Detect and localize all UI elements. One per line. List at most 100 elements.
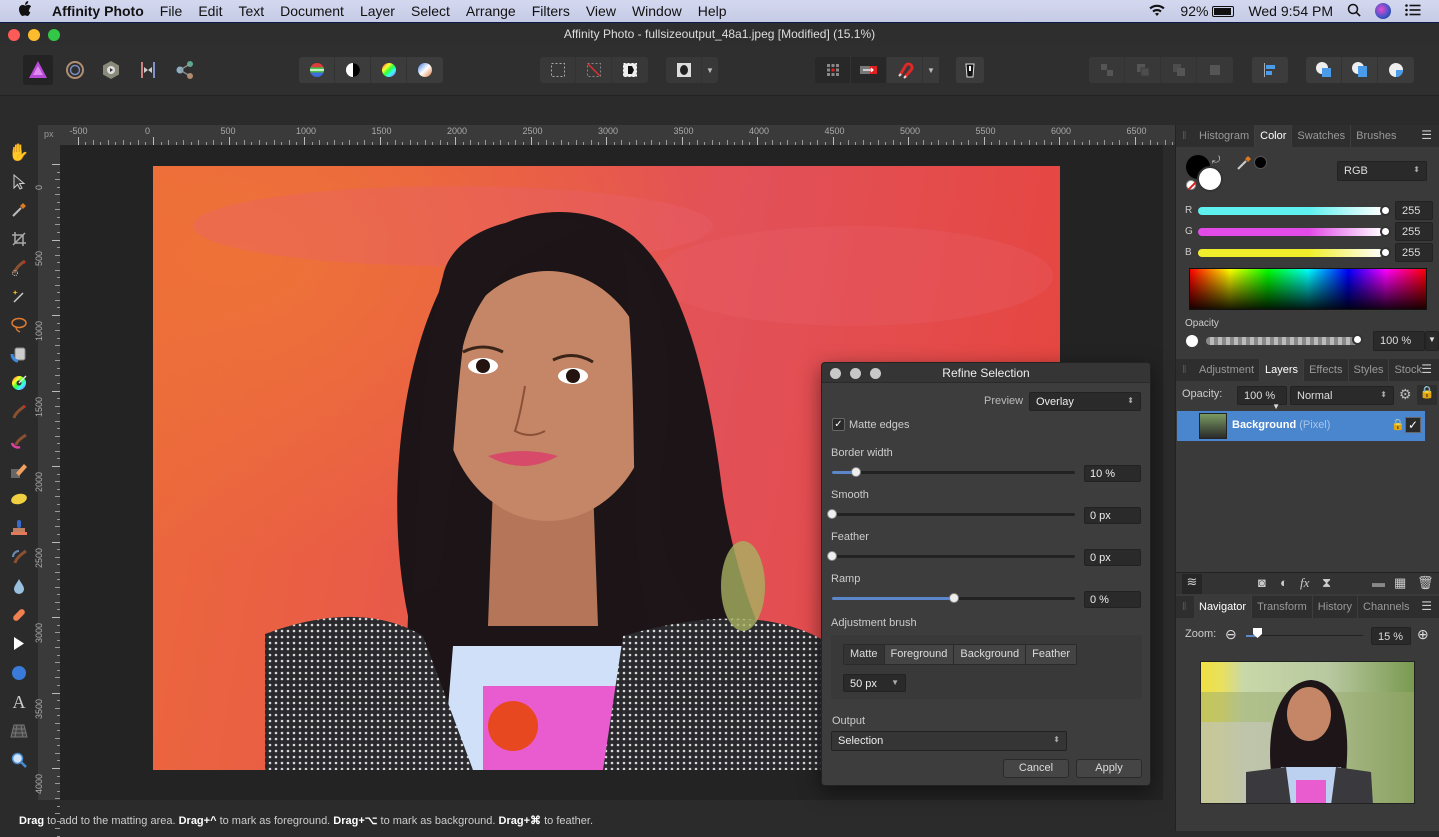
paint-brush-tool[interactable] bbox=[7, 400, 31, 424]
crop-tool[interactable] bbox=[7, 227, 31, 251]
dialog-minimize-button[interactable] bbox=[850, 368, 861, 379]
snapping-grid-button[interactable] bbox=[815, 57, 851, 83]
opacity-field[interactable]: 100 % bbox=[1373, 331, 1425, 351]
auto-levels-button[interactable] bbox=[299, 57, 335, 83]
layer-opacity-field[interactable]: 100 % ▼ bbox=[1237, 386, 1287, 411]
clock[interactable]: Wed 9:54 PM bbox=[1248, 3, 1333, 19]
secondary-color-swatch[interactable] bbox=[1197, 166, 1223, 192]
window-minimize-button[interactable] bbox=[28, 29, 40, 41]
menu-help[interactable]: Help bbox=[690, 0, 735, 22]
preview-select[interactable]: Overlay ⬍ bbox=[1029, 392, 1141, 411]
erase-brush-tool[interactable] bbox=[7, 458, 31, 482]
wifi-icon[interactable] bbox=[1148, 3, 1166, 20]
panel-grip-icon[interactable]: ‖ bbox=[1176, 364, 1194, 376]
panel-menu-icon[interactable]: ☰ bbox=[1421, 362, 1432, 376]
border-width-value-field[interactable]: 10 % bbox=[1084, 465, 1141, 482]
layer-locked-icon[interactable]: 🔒 bbox=[1391, 418, 1405, 431]
flood-select-tool[interactable] bbox=[7, 284, 31, 308]
opacity-slider[interactable] bbox=[1206, 337, 1358, 345]
color-picker-icon[interactable] bbox=[1236, 155, 1252, 176]
opacity-slider-knob[interactable] bbox=[1352, 334, 1363, 345]
tab-histogram[interactable]: Histogram bbox=[1194, 125, 1256, 147]
photo-persona-button[interactable] bbox=[23, 55, 53, 85]
tab-brushes[interactable]: Brushes bbox=[1351, 125, 1401, 147]
group-folder-icon[interactable]: ▬ bbox=[1372, 575, 1385, 590]
channel-slider-knob-g[interactable] bbox=[1380, 226, 1391, 237]
menu-select[interactable]: Select bbox=[403, 0, 458, 22]
blend-mode-select[interactable]: Normal ⬍ bbox=[1290, 386, 1394, 405]
smooth-value-field[interactable]: 0 px bbox=[1084, 507, 1141, 524]
fx-icon[interactable]: fx bbox=[1300, 575, 1309, 591]
color-picker-tool[interactable] bbox=[7, 198, 31, 222]
align-button[interactable] bbox=[1252, 57, 1288, 83]
mesh-warp-tool[interactable] bbox=[7, 719, 31, 743]
quick-mask-button[interactable] bbox=[666, 57, 702, 83]
assistant-button[interactable] bbox=[956, 57, 984, 83]
panel-grip-icon[interactable]: ‖ bbox=[1176, 601, 1194, 613]
horizontal-ruler[interactable]: -500 0 500 1000 1500 2000 2500 3000 3500… bbox=[60, 125, 1204, 145]
text-tool[interactable]: A bbox=[7, 690, 31, 714]
window-close-button[interactable] bbox=[8, 29, 20, 41]
menu-window[interactable]: Window bbox=[624, 0, 690, 22]
flood-fill-tool[interactable] bbox=[7, 342, 31, 366]
zoom-tool[interactable] bbox=[7, 748, 31, 772]
tab-channels[interactable]: Channels bbox=[1358, 596, 1414, 618]
border-width-slider[interactable] bbox=[832, 467, 1075, 477]
tab-layers[interactable]: Layers bbox=[1260, 359, 1305, 381]
move-tool[interactable] bbox=[7, 170, 31, 194]
matte-edges-checkbox[interactable]: ✓ bbox=[832, 418, 845, 431]
zoom-slider[interactable] bbox=[1246, 635, 1363, 637]
notification-center-icon[interactable] bbox=[1405, 3, 1421, 19]
clone-tool[interactable] bbox=[7, 516, 31, 540]
channel-value-b[interactable]: 255 bbox=[1395, 243, 1433, 262]
smooth-slider[interactable] bbox=[827, 509, 1075, 519]
window-zoom-button[interactable] bbox=[48, 29, 60, 41]
feather-value-field[interactable]: 0 px bbox=[1084, 549, 1141, 566]
apple-menu-icon[interactable] bbox=[18, 1, 38, 21]
feather-slider[interactable] bbox=[827, 551, 1075, 561]
swap-colors-icon[interactable]: ⤾ bbox=[1212, 155, 1220, 166]
zoom-out-icon[interactable]: ⊖ bbox=[1225, 626, 1237, 643]
menu-arrange[interactable]: Arrange bbox=[458, 0, 524, 22]
vertical-ruler[interactable]: 0 500 1000 1500 2000 2500 3000 3500 4000 bbox=[34, 145, 60, 837]
mask-layer-icon[interactable]: ◙ bbox=[1258, 575, 1266, 590]
siri-icon[interactable] bbox=[1375, 3, 1391, 19]
panel-menu-icon[interactable]: ☰ bbox=[1421, 128, 1432, 142]
zoom-field[interactable]: 15 % bbox=[1371, 627, 1411, 645]
brush-mode-matte[interactable]: Matte bbox=[844, 645, 885, 664]
auto-contrast-button[interactable] bbox=[335, 57, 371, 83]
export-persona-button[interactable] bbox=[170, 55, 200, 85]
color-model-select[interactable]: RGB ⬍ bbox=[1337, 161, 1427, 181]
dodge-tool[interactable] bbox=[7, 487, 31, 511]
live-filter-icon[interactable]: ⧗ bbox=[1322, 575, 1331, 591]
color-spectrum[interactable] bbox=[1189, 268, 1427, 310]
dialog-close-button[interactable] bbox=[830, 368, 841, 379]
border-width-slider-knob[interactable] bbox=[851, 467, 861, 477]
tab-transform[interactable]: Transform bbox=[1252, 596, 1313, 618]
channel-slider-knob-r[interactable] bbox=[1380, 205, 1391, 216]
ellipse-tool[interactable] bbox=[7, 661, 31, 685]
panel-grip-icon[interactable]: ‖ bbox=[1176, 130, 1194, 142]
ramp-slider-knob[interactable] bbox=[949, 593, 959, 603]
delete-layer-icon[interactable]: 🗑 bbox=[1417, 575, 1434, 591]
zoom-in-icon[interactable]: ⊕ bbox=[1417, 626, 1429, 643]
tab-history[interactable]: History bbox=[1313, 596, 1359, 618]
ramp-value-field[interactable]: 0 % bbox=[1084, 591, 1141, 608]
snapping-dropdown[interactable]: ▼ bbox=[923, 57, 939, 83]
deselect-button[interactable] bbox=[576, 57, 612, 83]
smooth-slider-knob[interactable] bbox=[827, 509, 837, 519]
inpainting-tool[interactable] bbox=[7, 603, 31, 627]
navigator-preview[interactable] bbox=[1200, 661, 1415, 804]
menu-text[interactable]: Text bbox=[230, 0, 272, 22]
menu-view[interactable]: View bbox=[578, 0, 624, 22]
menu-document[interactable]: Document bbox=[272, 0, 352, 22]
move-back-one-button[interactable] bbox=[1125, 57, 1161, 83]
layer-visibility-checkbox[interactable]: ✓ bbox=[1405, 417, 1421, 433]
brush-mode-foreground[interactable]: Foreground bbox=[884, 645, 955, 664]
tab-navigator[interactable]: Navigator bbox=[1194, 596, 1253, 618]
hand-tool[interactable]: ✋ bbox=[7, 141, 31, 165]
move-to-back-button[interactable] bbox=[1089, 57, 1125, 83]
liquify-persona-button[interactable] bbox=[60, 55, 90, 85]
tone-mapping-persona-button[interactable] bbox=[133, 55, 163, 85]
channel-slider-b[interactable] bbox=[1198, 249, 1383, 257]
